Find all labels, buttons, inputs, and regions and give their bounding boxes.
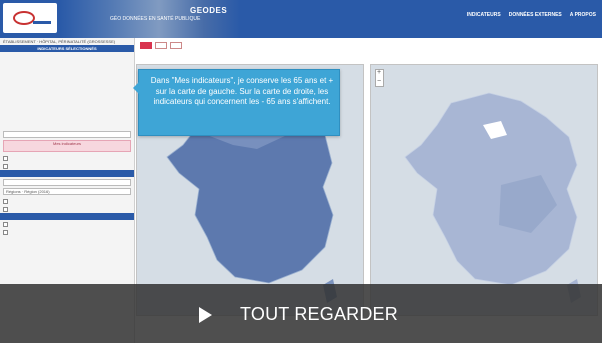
tab-1[interactable] (140, 42, 152, 49)
sidebar-toggle[interactable] (0, 162, 134, 170)
top-header: GEODES GÉO DONNÉES EN SANTÉ PUBLIQUE IND… (0, 0, 602, 38)
mes-indicateurs-box[interactable]: Mes indicateurs (3, 140, 131, 152)
sidebar-select[interactable] (3, 179, 131, 186)
sidebar-indicator-item[interactable] (0, 94, 134, 101)
map-tabs (140, 42, 182, 49)
callout-tail (133, 82, 139, 94)
top-nav: INDICATEURS DONNÉES EXTERNES A PROPOS (467, 12, 596, 18)
checkbox[interactable] (3, 229, 8, 235)
sidebar-toggle[interactable] (0, 197, 134, 205)
sidebar-toggle[interactable] (0, 205, 134, 213)
sidebar-section-header: INDICATEURS SÉLECTIONNÉS (0, 45, 134, 52)
checkbox[interactable] (3, 206, 8, 212)
sidebar-breadcrumb: ÉTABLISSEMENT · HÔPITAL, PÉRINATALITÉ (G… (3, 39, 116, 44)
sidebar-indicator-item[interactable] (0, 101, 134, 108)
sidebar-indicator-item[interactable] (0, 66, 134, 73)
tutorial-callout: Dans "Mes indicateurs", je conserve les … (133, 69, 340, 136)
sidebar-indicator-item[interactable] (0, 59, 134, 66)
sidebar-indicator-item[interactable] (0, 73, 134, 80)
checkbox[interactable] (3, 198, 8, 204)
sidebar-indicator-item[interactable] (0, 87, 134, 94)
tab-3[interactable] (170, 42, 182, 49)
nav-item-donnees-externes[interactable]: DONNÉES EXTERNES (509, 12, 562, 18)
callout-text: Dans "Mes indicateurs", je conserve les … (150, 76, 334, 106)
checkbox[interactable] (3, 155, 8, 161)
france-shape (404, 92, 578, 286)
sidebar-toggle[interactable] (0, 154, 134, 162)
checkbox[interactable] (3, 163, 8, 169)
sidebar-indicator-item[interactable] (0, 80, 134, 87)
sidebar-indicator-item[interactable] (0, 122, 134, 129)
sidebar-toggle[interactable] (0, 220, 134, 228)
sidebar-indicator-item[interactable] (0, 108, 134, 115)
sidebar-select[interactable] (3, 131, 131, 138)
sidebar-toggle[interactable] (0, 228, 134, 236)
logo-mark (13, 11, 35, 25)
sidebar-select[interactable]: Régions · Région (2016) (3, 188, 131, 195)
watch-all-label[interactable]: TOUT REGARDER (240, 304, 398, 325)
sidebar-indicator-item[interactable] (0, 115, 134, 122)
play-icon[interactable] (199, 307, 212, 323)
tab-2[interactable] (155, 42, 167, 49)
watch-all-bar[interactable]: TOUT REGARDER (0, 284, 602, 343)
app-subtitle: GÉO DONNÉES EN SANTÉ PUBLIQUE (110, 16, 201, 22)
nav-item-a-propos[interactable]: A PROPOS (570, 12, 596, 18)
sidebar-section-header (0, 213, 134, 220)
sidebar-indicator-item[interactable] (0, 52, 134, 59)
checkbox[interactable] (3, 221, 8, 227)
site-logo[interactable] (3, 3, 57, 33)
right-map[interactable] (370, 64, 598, 316)
sidebar-section-header (0, 170, 134, 177)
logo-rule (33, 21, 51, 24)
france-map-right (404, 92, 581, 303)
app-name: GEODES (190, 6, 228, 15)
nav-item-indicateurs[interactable]: INDICATEURS (467, 12, 501, 18)
